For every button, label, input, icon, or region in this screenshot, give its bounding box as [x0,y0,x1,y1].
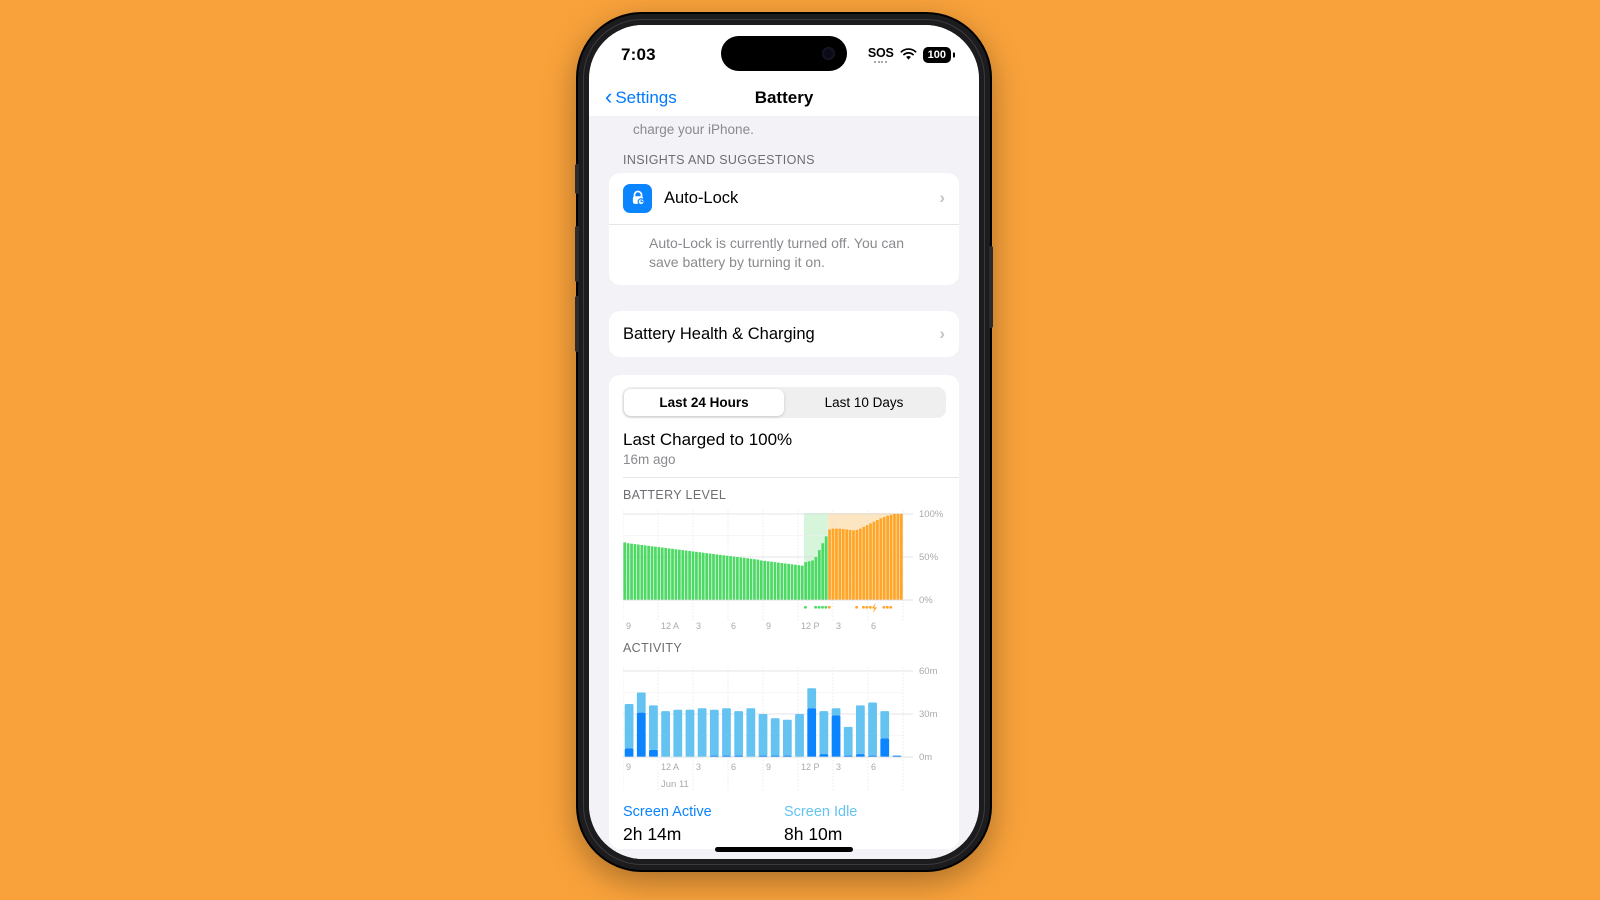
chevron-right-icon: › [939,324,945,344]
auto-lock-label: Auto-Lock [664,188,739,207]
battery-tip [953,52,955,58]
legend-screen-active-label: Screen Active [623,803,712,820]
battery-health-row[interactable]: Battery Health & Charging › [609,311,959,357]
activity-chart: 60m 30m 0m 9 12 A 3 6 9 12 P 3 6 Jun 11 [609,659,959,794]
svg-text:3: 3 [836,621,841,631]
svg-text:12 A: 12 A [661,621,679,631]
svg-text:9: 9 [766,762,771,772]
volume-up-button[interactable] [575,226,579,282]
battery-level-chart-svg: 100% 50% 0% 9 12 A 3 6 9 12 P 3 6 [623,509,944,631]
battery-health-card: Battery Health & Charging › [609,311,959,358]
svg-text:9: 9 [626,762,631,772]
wifi-icon [900,48,917,61]
legend-screen-active-value: 2h 14m [623,823,682,844]
battery-stats-card: Last 24 Hours Last 10 Days Last Charged … [609,375,959,849]
status-time: 7:03 [621,45,656,64]
phone-frame: 7:03 SOS 100 ‹ Settings Battery charge y… [575,14,993,870]
svg-text:Jun 11: Jun 11 [661,779,689,790]
svg-text:3: 3 [696,621,701,631]
status-bar: 7:03 SOS 100 [589,25,979,79]
navigation-bar: ‹ Settings Battery [589,79,979,117]
svg-text:100%: 100% [919,509,944,520]
last-charged-subtitle: 16m ago [623,452,676,468]
lock-clock-icon [623,183,652,213]
activity-chart-svg: 60m 30m 0m 9 12 A 3 6 9 12 P 3 6 Jun 11 [623,666,938,791]
battery-percent-label: 100 [927,48,946,61]
svg-text:30m: 30m [919,709,938,720]
signal-dots-icon [868,61,894,64]
svg-text:6: 6 [731,621,736,631]
svg-text:60m: 60m [919,666,938,677]
legend-screen-idle-value: 8h 10m [784,823,843,844]
clipped-description-text: charge your iPhone. [633,122,754,137]
sos-indicator: SOS [868,47,894,64]
svg-text:3: 3 [696,762,701,772]
auto-lock-row[interactable]: Auto-Lock › [609,173,959,224]
status-indicators: SOS 100 [868,41,955,64]
svg-text:6: 6 [871,762,876,772]
svg-text:0m: 0m [919,752,932,763]
chevron-left-icon: ‹ [605,83,613,109]
insights-card: Auto-Lock › Auto-Lock is currently turne… [609,172,959,286]
svg-text:50%: 50% [919,552,939,563]
home-indicator[interactable] [715,847,853,852]
legend-screen-active: Screen Active 2h 14m [623,804,784,845]
svg-text:3: 3 [836,762,841,772]
battery-level-chart-title: BATTERY LEVEL [623,487,727,502]
legend-screen-idle-label: Screen Idle [784,803,858,820]
svg-text:0%: 0% [919,595,933,606]
insights-section-header: INSIGHTS AND SUGGESTIONS [623,152,815,167]
battery-health-label: Battery Health & Charging [623,324,815,343]
svg-text:6: 6 [871,621,876,631]
activity-legend: Screen Active 2h 14m Screen Idle 8h 10m [609,794,959,849]
battery-status-icon: 100 [922,46,955,64]
svg-text:12 A: 12 A [661,762,679,772]
back-button-label: Settings [615,87,677,107]
front-camera-icon [822,47,835,60]
battery-level-chart: 100% 50% 0% 9 12 A 3 6 9 12 P 3 6 [609,506,959,631]
last-charged-title: Last Charged to 100% [623,430,793,450]
svg-text:12 P: 12 P [801,621,820,631]
settings-scroll-content[interactable]: charge your iPhone. INSIGHTS AND SUGGEST… [589,117,979,859]
silent-switch[interactable] [575,164,579,194]
dynamic-island [721,36,847,71]
svg-text:12 P: 12 P [801,762,820,772]
power-button[interactable] [989,246,993,328]
volume-down-button[interactable] [575,296,579,352]
chevron-right-icon: › [939,188,945,208]
segment-last-24-hours[interactable]: Last 24 Hours [624,389,784,417]
svg-text:6: 6 [731,762,736,772]
back-button[interactable]: ‹ Settings [605,83,677,109]
activity-chart-title: ACTIVITY [623,640,683,655]
time-range-segmented-control[interactable]: Last 24 Hours Last 10 Days [622,387,946,419]
segment-last-10-days[interactable]: Last 10 Days [784,389,944,416]
svg-text:9: 9 [766,621,771,631]
legend-screen-idle: Screen Idle 8h 10m [784,804,945,845]
auto-lock-description: Auto-Lock is currently turned off. You c… [609,223,959,286]
phone-screen: 7:03 SOS 100 ‹ Settings Battery charge y… [589,25,979,859]
svg-text:9: 9 [626,621,631,631]
